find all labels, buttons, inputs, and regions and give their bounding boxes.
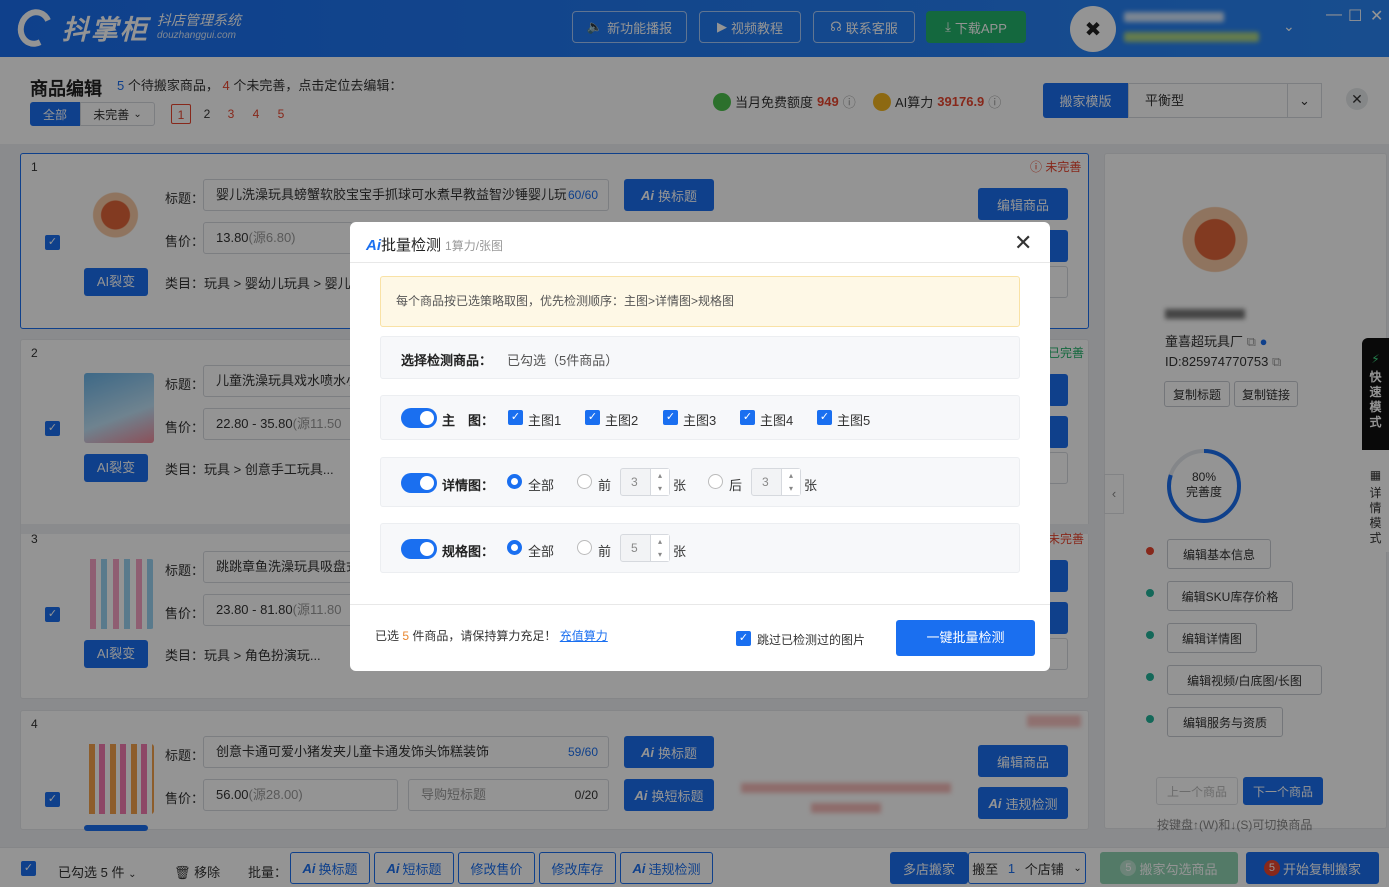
- spec-all-radio[interactable]: [507, 540, 522, 555]
- start-batch-check-button[interactable]: 一键批量检测: [896, 620, 1035, 656]
- main-image-3-checkbox[interactable]: ✓: [663, 410, 678, 425]
- main-image-2-checkbox[interactable]: ✓: [585, 410, 600, 425]
- detail-back-stepper[interactable]: 3: [751, 468, 801, 496]
- detail-image-row: 详情图： 全部 前 3 张 后 3 张: [380, 457, 1020, 507]
- detail-front-stepper[interactable]: 3: [620, 468, 670, 496]
- ai-icon: Ai: [366, 237, 381, 254]
- recharge-link[interactable]: 充值算力: [560, 629, 608, 643]
- main-image-4-checkbox[interactable]: ✓: [740, 410, 755, 425]
- main-image-5-checkbox[interactable]: ✓: [817, 410, 832, 425]
- spec-front-radio[interactable]: [577, 540, 592, 555]
- main-image-toggle[interactable]: [401, 408, 437, 428]
- footer-info: 已选 5 件商品，请保持算力充足！ 充值算力: [375, 629, 608, 643]
- detail-front-radio[interactable]: [577, 474, 592, 489]
- select-products-row: 选择检测商品： 已勾选（5件商品）: [380, 336, 1020, 379]
- notice-banner: 每个商品按已选策略取图，优先检测顺序：主图>详情图>规格图: [380, 276, 1020, 327]
- modal-title: Ai批量检测 1算力/张图: [366, 237, 504, 254]
- detail-all-radio[interactable]: [507, 474, 522, 489]
- main-image-row: 主 图： ✓ 主图1 ✓ 主图2 ✓ 主图3 ✓ 主图4 ✓ 主图5: [380, 395, 1020, 440]
- spec-image-toggle[interactable]: [401, 539, 437, 559]
- batch-check-modal: Ai批量检测 1算力/张图 ✕ 每个商品按已选策略取图，优先检测顺序：主图>详情图…: [350, 222, 1050, 671]
- detail-back-radio[interactable]: [708, 474, 723, 489]
- spec-image-row: 规格图： 全部 前 5 张: [380, 523, 1020, 573]
- close-icon[interactable]: ✕: [1014, 230, 1032, 256]
- spec-front-stepper[interactable]: 5: [620, 534, 670, 562]
- skip-checked-checkbox[interactable]: ✓: [736, 631, 751, 646]
- main-image-1-checkbox[interactable]: ✓: [508, 410, 523, 425]
- detail-image-toggle[interactable]: [401, 473, 437, 493]
